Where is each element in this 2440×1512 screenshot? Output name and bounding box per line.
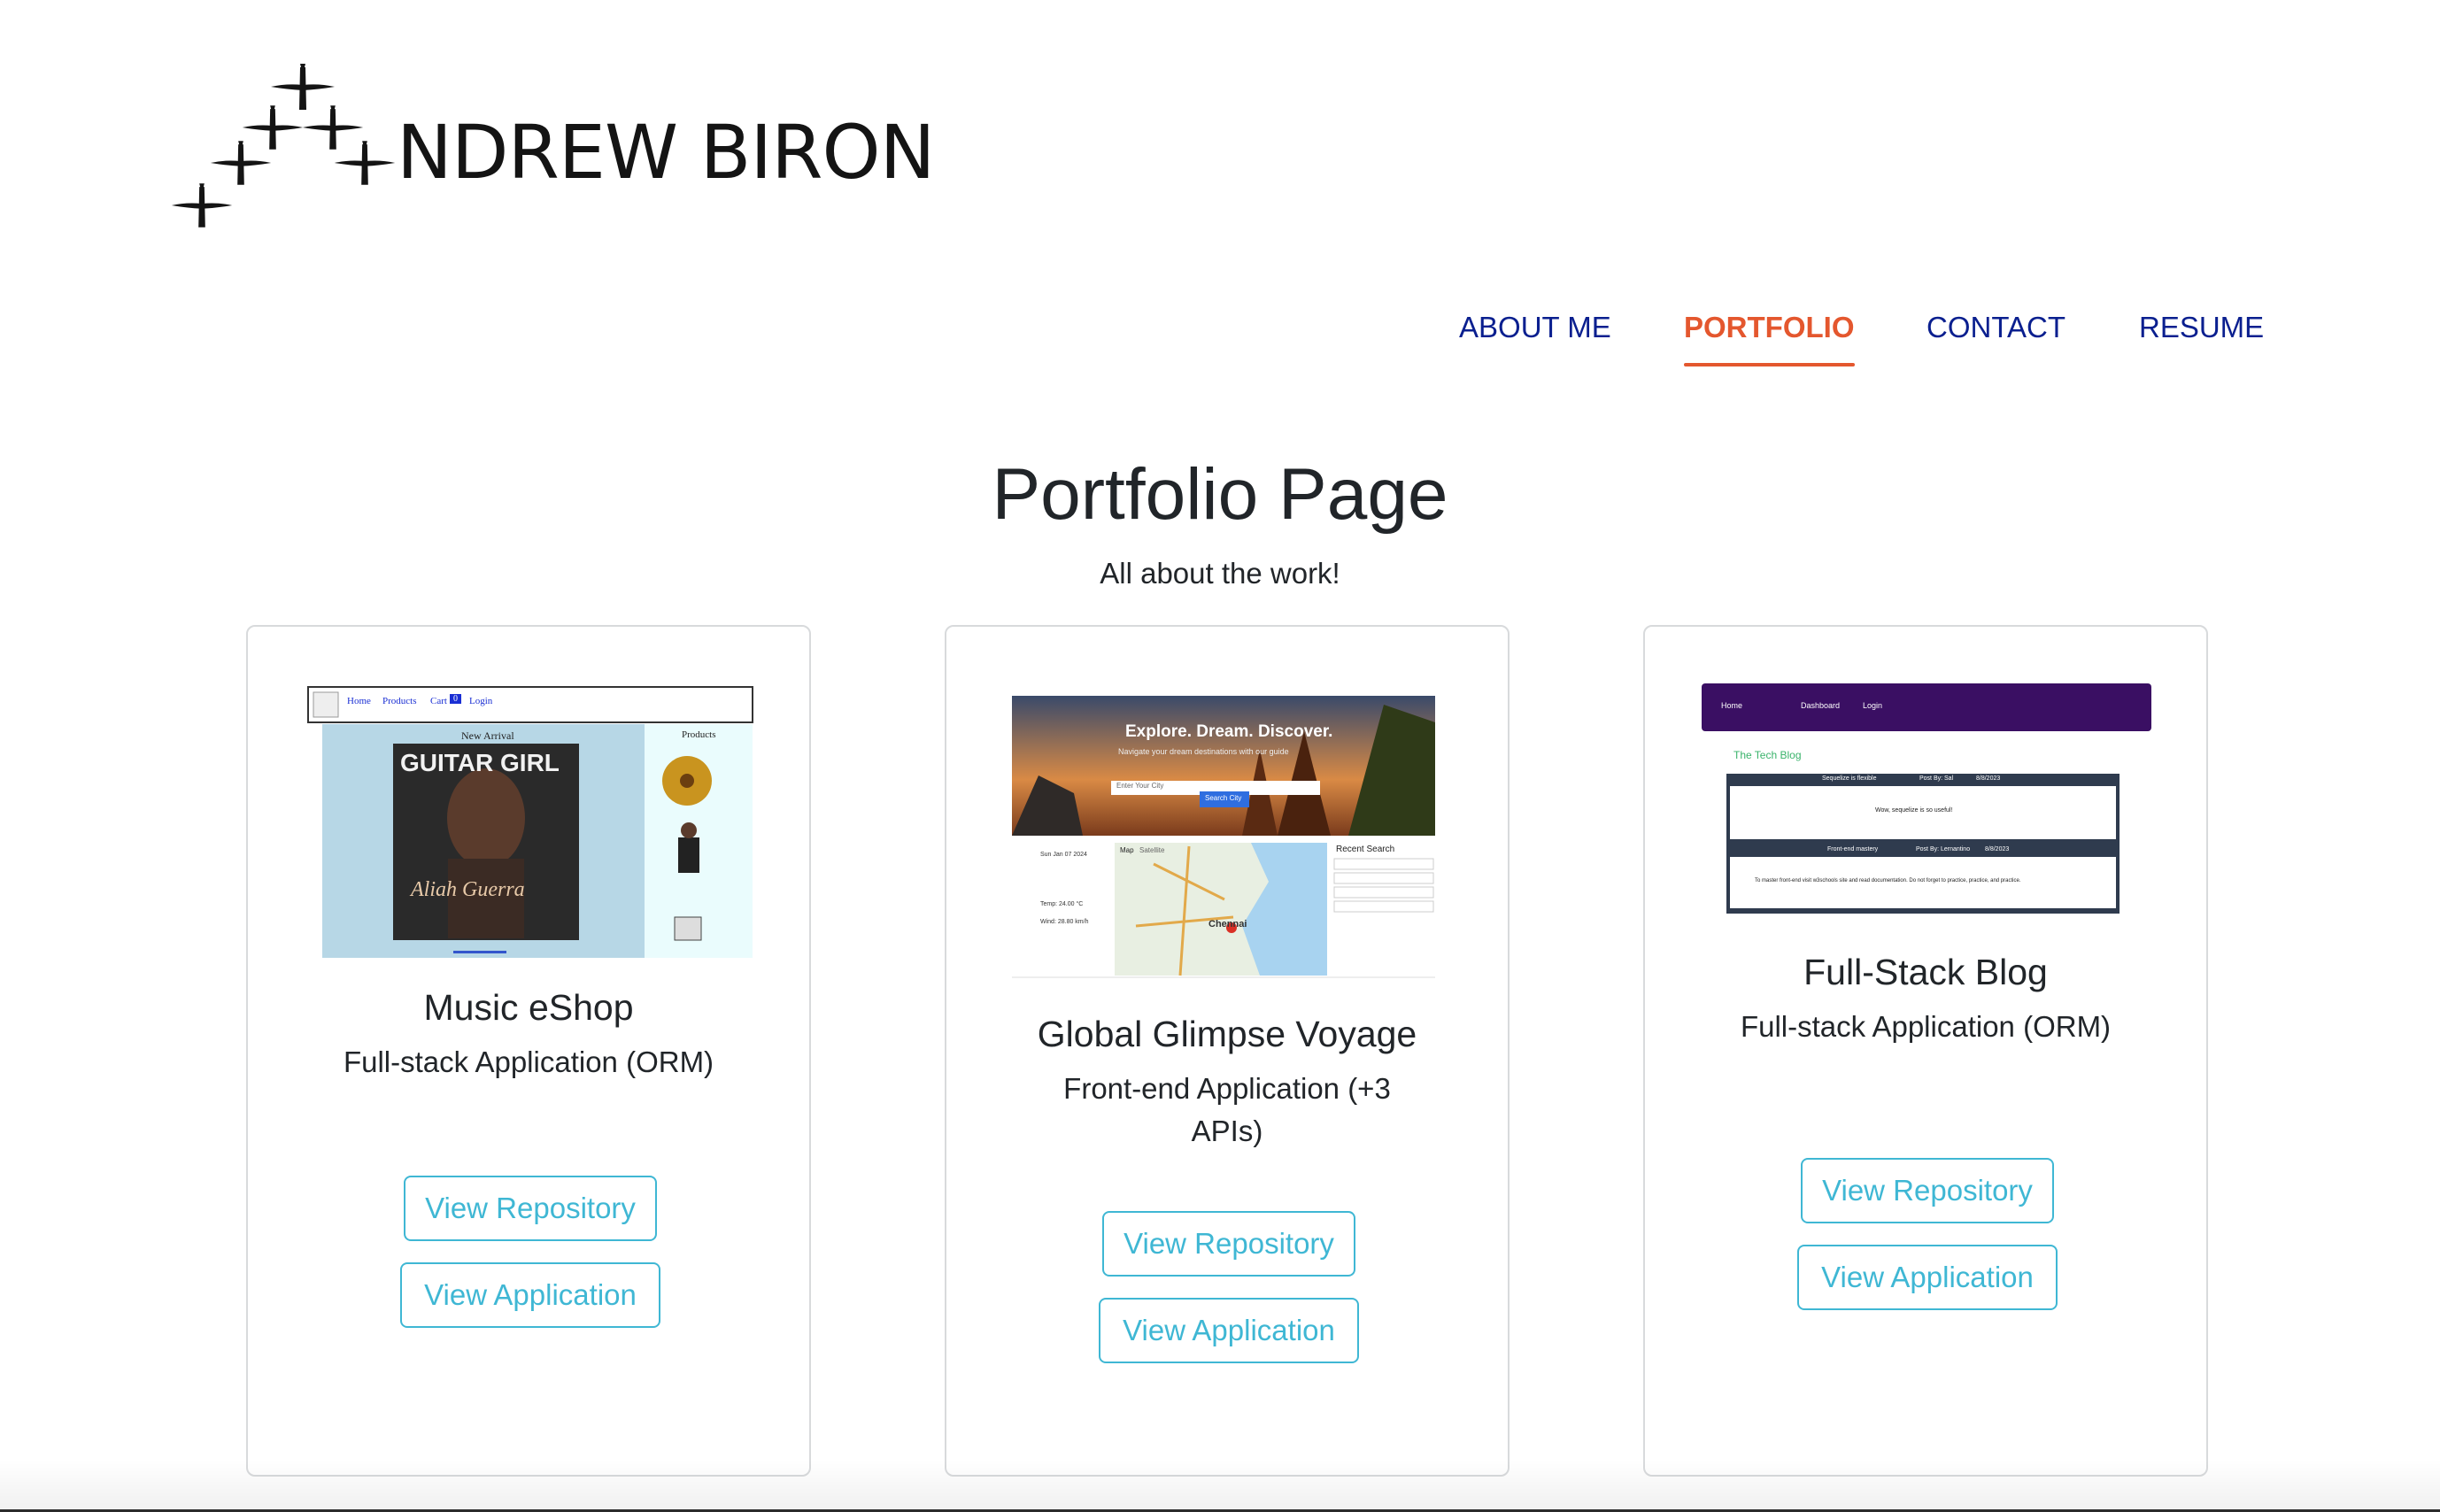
thumb-nav-home: Home bbox=[1721, 701, 1743, 710]
view-repository-button[interactable]: View Repository bbox=[1801, 1158, 2054, 1223]
thumb-products: Products bbox=[682, 729, 716, 740]
thumb-brand: The Tech Blog bbox=[1733, 749, 1802, 761]
project-screenshot[interactable]: Home Dashboard Login The Tech Blog Seque… bbox=[1702, 683, 2153, 921]
project-screenshot[interactable]: Explore. Dream. Discover. Navigate your … bbox=[1012, 696, 1435, 979]
nav-contact[interactable]: CONTACT bbox=[1927, 310, 2066, 345]
project-card-full-stack-blog: Home Dashboard Login The Tech Blog Seque… bbox=[1643, 625, 2208, 1477]
thumb-post2-date: 8/8/2023 bbox=[1985, 846, 2010, 852]
thumb-new-arrival: New Arrival bbox=[461, 729, 514, 742]
nav-about-me[interactable]: ABOUT ME bbox=[1459, 310, 1611, 345]
project-title: Full-Stack Blog bbox=[1803, 952, 2048, 992]
thumb-recent-search: Recent Search bbox=[1336, 845, 1395, 854]
thumb-post2-body: To master front-end visit w3schools site… bbox=[1755, 878, 2021, 883]
thumb-search-button: Search City bbox=[1205, 794, 1242, 802]
page-title: Portfolio Page bbox=[992, 454, 1448, 535]
view-application-button[interactable]: View Application bbox=[400, 1262, 660, 1328]
thumb-tagline: Navigate your dream destinations with ou… bbox=[1118, 747, 1289, 756]
thumb-nav-login: Login bbox=[469, 696, 493, 706]
thumb-nav-cart: Cart bbox=[430, 696, 447, 706]
view-application-button[interactable]: View Application bbox=[1099, 1298, 1359, 1363]
project-description: Full-stack Application (ORM) bbox=[343, 1045, 714, 1078]
view-repository-button[interactable]: View Repository bbox=[404, 1176, 657, 1241]
thumb-weather-wind: Wind: 28.80 km/h bbox=[1040, 919, 1089, 925]
nav-resume[interactable]: RESUME bbox=[2139, 310, 2264, 345]
nav-portfolio[interactable]: PORTFOLIO bbox=[1684, 310, 1855, 366]
thumb-post1-title: Sequelize is flexible bbox=[1822, 775, 1877, 782]
project-title: Music eShop bbox=[423, 987, 634, 1028]
project-description: Full-stack Application (ORM) bbox=[1740, 1010, 2112, 1043]
site-logo[interactable]: NDREW BIRON bbox=[168, 64, 935, 232]
thumb-headline: Explore. Dream. Discover. bbox=[1125, 722, 1333, 741]
page-subtitle: All about the work! bbox=[1100, 557, 1340, 590]
thumb-cart-count: 0 bbox=[450, 694, 461, 704]
thumb-city-input: Enter Your City bbox=[1116, 782, 1164, 790]
project-card-global-glimpse: Explore. Dream. Discover. Navigate your … bbox=[945, 625, 1510, 1477]
thumb-post2-title: Front-end mastery bbox=[1827, 846, 1879, 852]
logo-text: NDREW BIRON bbox=[397, 109, 935, 196]
project-screenshot[interactable]: Home Products Cart 0 Login New Arrival P… bbox=[306, 685, 754, 965]
project-description: Front-end Application (+3 APIs) bbox=[1063, 1072, 1391, 1147]
thumb-map-city: Chennai bbox=[1208, 919, 1247, 930]
thumb-nav-login: Login bbox=[1863, 701, 1883, 710]
thumb-post2-author: Post By: Lernantino bbox=[1916, 846, 1971, 852]
thumb-cover-name: Aliah Guerra bbox=[411, 878, 525, 901]
project-card-music-eshop: Home Products Cart 0 Login New Arrival P… bbox=[246, 625, 811, 1477]
view-application-button[interactable]: View Application bbox=[1797, 1245, 2058, 1310]
page-bottom-shadow bbox=[0, 1459, 2440, 1512]
thumb-post1-date: 8/8/2023 bbox=[1976, 775, 2001, 782]
thumb-satellite-tab: Satellite bbox=[1139, 846, 1165, 854]
thumb-nav-dashboard: Dashboard bbox=[1801, 701, 1841, 710]
flying-birds-icon bbox=[171, 64, 396, 228]
thumb-weather-temp: Temp: 24.00 °C bbox=[1040, 901, 1084, 907]
thumb-post1-body: Wow, sequelize is so useful! bbox=[1875, 807, 1953, 814]
thumb-map-tab: Map bbox=[1120, 846, 1134, 854]
thumb-magazine-title: GUITAR GIRL bbox=[400, 749, 560, 776]
thumb-post1-author: Post By: Sal bbox=[1919, 775, 1954, 782]
thumb-nav-home: Home bbox=[347, 696, 371, 706]
thumb-nav-products: Products bbox=[382, 696, 417, 706]
view-repository-button[interactable]: View Repository bbox=[1102, 1211, 1355, 1277]
project-title: Global Glimpse Voyage bbox=[1037, 1014, 1417, 1054]
thumb-weather-date: Sun Jan 07 2024 bbox=[1040, 852, 1087, 858]
